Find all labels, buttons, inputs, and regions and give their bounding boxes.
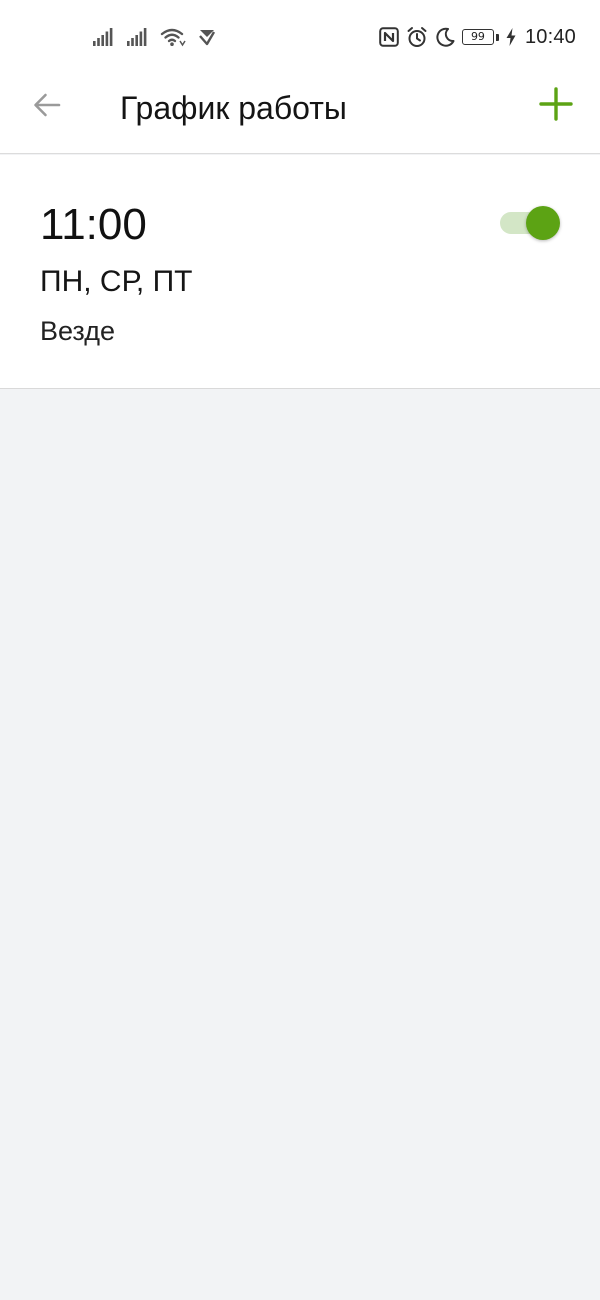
add-schedule-button[interactable] bbox=[534, 84, 578, 128]
app-bar: График работы bbox=[0, 72, 600, 154]
screen: 99 10:40 График работы 11:00 ПН, СР, ПТ … bbox=[0, 0, 600, 1300]
schedule-list: 11:00 ПН, СР, ПТ Везде bbox=[0, 155, 600, 389]
signal-icon bbox=[126, 27, 148, 47]
schedule-item[interactable]: 11:00 ПН, СР, ПТ Везде bbox=[0, 155, 600, 389]
status-bar: 99 10:40 bbox=[0, 0, 600, 72]
moon-icon bbox=[435, 27, 455, 47]
battery-level: 99 bbox=[461, 29, 494, 45]
status-bar-right: 99 10:40 bbox=[379, 24, 576, 50]
plus-icon bbox=[539, 86, 573, 126]
alarm-icon bbox=[406, 26, 428, 48]
arrow-left-icon bbox=[32, 90, 62, 125]
signal-icon bbox=[92, 27, 114, 47]
wifi-icon bbox=[160, 27, 186, 47]
status-bar-time: 10:40 bbox=[524, 25, 576, 48]
battery-icon: 99 bbox=[461, 29, 499, 45]
toggle-thumb bbox=[526, 206, 560, 240]
status-bar-left bbox=[92, 24, 216, 50]
schedule-location: Везде bbox=[40, 316, 115, 346]
schedule-time: 11:00 bbox=[40, 200, 147, 249]
nfc-icon bbox=[379, 27, 399, 47]
page-title: График работы bbox=[120, 90, 347, 126]
schedule-toggle[interactable] bbox=[500, 206, 560, 240]
notification-icon bbox=[198, 28, 216, 46]
charging-icon bbox=[506, 28, 516, 46]
battery-cap bbox=[495, 33, 499, 41]
back-button[interactable] bbox=[26, 86, 68, 128]
schedule-days: ПН, СР, ПТ bbox=[40, 265, 193, 298]
